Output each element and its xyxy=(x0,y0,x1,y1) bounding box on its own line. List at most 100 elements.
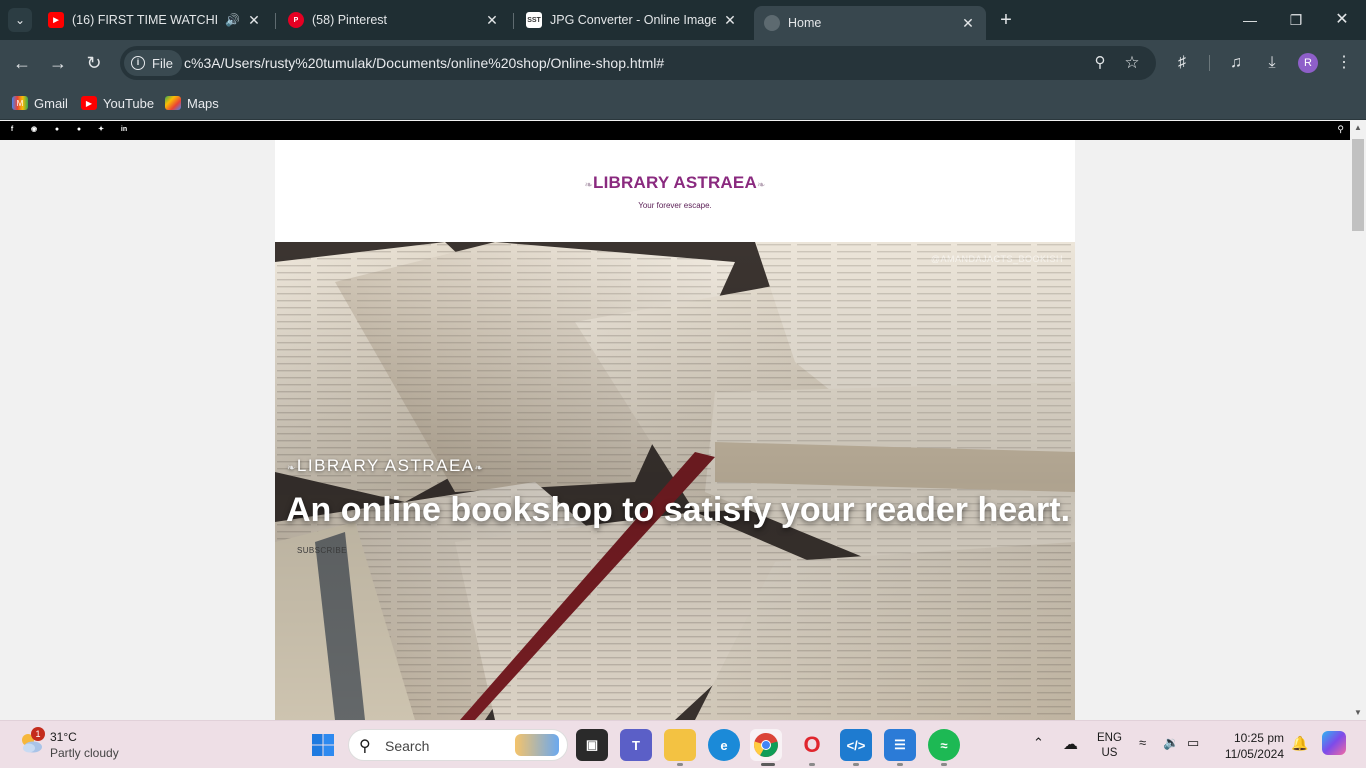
photo-watermark: @AMANDAJACTS_BOOKISH xyxy=(930,254,1063,264)
opera-icon[interactable]: O xyxy=(796,729,828,761)
search-placeholder: Search xyxy=(385,738,430,754)
subscribe-button[interactable]: SUBSCRIBE xyxy=(297,546,347,555)
system-clock[interactable]: 10:25 pm 11/05/2024 xyxy=(1218,730,1284,762)
minimize-button[interactable]: — xyxy=(1238,8,1262,32)
vscode-icon[interactable]: </> xyxy=(840,729,872,761)
instagram-icon[interactable]: ◉ xyxy=(29,125,39,135)
close-tab-icon[interactable]: ✕ xyxy=(246,12,262,28)
scrollbar-thumb[interactable] xyxy=(1352,139,1364,231)
tab-pinterest[interactable]: P (58) Pinterest ✕ xyxy=(278,6,510,34)
zoom-icon[interactable]: ⚲ xyxy=(1090,53,1110,73)
facebook-icon[interactable]: f xyxy=(7,125,17,135)
battery-icon[interactable]: ▭ xyxy=(1187,735,1199,751)
clock-time: 10:25 pm xyxy=(1233,731,1284,745)
download-icon[interactable]: ⤓ xyxy=(1261,52,1283,74)
pinterest-icon[interactable]: ● xyxy=(52,125,62,135)
onedrive-cloud-icon[interactable]: ☁ xyxy=(1063,735,1078,753)
url-text[interactable]: c%3A/Users/rusty%20tumulak/Documents/onl… xyxy=(184,55,664,71)
forward-button[interactable]: → xyxy=(45,50,71,76)
site-container: ❧LIBRARY ASTRAEA❧ Your forever escape. @… xyxy=(275,140,1075,720)
close-tab-icon[interactable]: ✕ xyxy=(484,12,500,28)
weather-description[interactable]: Partly cloudy xyxy=(50,746,119,760)
bookmark-maps[interactable]: Maps xyxy=(165,93,219,113)
profile-avatar[interactable]: R xyxy=(1298,53,1318,73)
tab-jpg-converter[interactable]: SST JPG Converter - Online Image c ✕ xyxy=(516,6,748,34)
hero-banner: @AMANDAJACTS_BOOKISH ❧LIBRARY ASTRAEA❧ A… xyxy=(275,242,1075,720)
language-code: ENG xyxy=(1097,732,1122,744)
leaf-right-icon: ❧ xyxy=(756,180,766,191)
chrome-icon[interactable] xyxy=(750,729,782,761)
site-header: ❧LIBRARY ASTRAEA❧ Your forever escape. xyxy=(275,173,1075,210)
site-logo[interactable]: ❧LIBRARY ASTRAEA❧ xyxy=(275,173,1075,193)
menu-kebab-icon[interactable]: ⋮ xyxy=(1333,52,1355,74)
close-tab-icon[interactable]: ✕ xyxy=(960,15,976,31)
extensions-icon[interactable]: ♯ xyxy=(1171,52,1193,74)
search-icon[interactable]: ⚲ xyxy=(1337,124,1344,135)
leaf-right-icon: ❧ xyxy=(474,463,485,474)
spotify-icon[interactable]: ≈ xyxy=(928,729,960,761)
close-window-button[interactable]: ✕ xyxy=(1330,8,1354,32)
youtube-icon: ▶ xyxy=(48,12,64,28)
globe-icon xyxy=(764,15,780,31)
tab-divider xyxy=(275,13,276,29)
region-code: US xyxy=(1101,747,1118,759)
speaker-icon[interactable]: 🔊 xyxy=(225,13,240,27)
scroll-down-arrow-icon[interactable]: ▼ xyxy=(1350,706,1366,720)
folder-icon[interactable] xyxy=(664,729,696,761)
tab-title: (58) Pinterest xyxy=(312,13,388,27)
close-tab-icon[interactable]: ✕ xyxy=(722,12,738,28)
taskbar-search-box[interactable]: ⚲ Search xyxy=(348,729,568,761)
task-view-icon[interactable]: ▣ xyxy=(576,729,608,761)
site-tagline: Your forever escape. xyxy=(638,201,712,210)
hero-kicker-text: LIBRARY ASTRAEA xyxy=(296,456,475,475)
weather-temperature[interactable]: 31°C xyxy=(50,730,77,744)
bookmark-star-icon[interactable]: ☆ xyxy=(1122,53,1142,73)
running-indicator xyxy=(941,763,947,766)
tab-divider xyxy=(513,13,514,29)
language-indicator[interactable]: ENG US xyxy=(1097,731,1122,761)
flickr-icon[interactable]: ● xyxy=(74,125,84,135)
tab-youtube[interactable]: ▶ (16) FIRST TIME WATCHING 🔊 ✕ xyxy=(38,6,272,34)
windows-start-icon[interactable] xyxy=(311,733,335,757)
chevron-down-icon: ⌄ xyxy=(14,13,26,27)
back-button[interactable]: ← xyxy=(9,50,35,76)
page-scrollbar[interactable]: ▲ ▼ xyxy=(1350,121,1366,720)
leaf-left-icon: ❧ xyxy=(287,463,297,474)
bookmarks-bar: M Gmail ▶ YouTube Maps xyxy=(0,86,1366,120)
copilot-icon[interactable] xyxy=(1322,731,1346,755)
media-control-icon[interactable]: ♫ xyxy=(1225,52,1247,74)
edge-icon[interactable]: e xyxy=(708,729,740,761)
site-info-chip[interactable]: i File xyxy=(124,50,182,76)
toolbar-divider xyxy=(1209,55,1210,71)
tab-title: Home xyxy=(788,16,822,30)
scroll-up-arrow-icon[interactable]: ▲ xyxy=(1350,121,1366,135)
wifi-icon[interactable]: ≈ xyxy=(1139,735,1146,750)
bookmark-label: Gmail xyxy=(34,95,68,111)
reload-button[interactable]: ↻ xyxy=(81,50,107,76)
volume-icon[interactable]: 🔉 xyxy=(1163,735,1179,751)
show-hidden-icons-chevron-icon[interactable]: ⌃ xyxy=(1033,735,1044,751)
bookmark-gmail[interactable]: M Gmail xyxy=(12,93,68,113)
restore-button[interactable]: ❐ xyxy=(1284,8,1308,32)
bookmark-youtube[interactable]: ▶ YouTube xyxy=(81,93,154,113)
teams-icon[interactable]: T xyxy=(620,729,652,761)
tab-search-button[interactable]: ⌄ xyxy=(8,8,32,32)
bookmark-label: YouTube xyxy=(103,95,155,111)
linkedin-icon[interactable]: in xyxy=(119,125,129,135)
address-bar[interactable]: i File c%3A/Users/rusty%20tumulak/Docume… xyxy=(120,46,1156,80)
gmail-icon: M xyxy=(12,96,28,110)
notepad-icon[interactable]: ☰ xyxy=(884,729,916,761)
notifications-bell-icon[interactable]: 🔔 xyxy=(1291,735,1308,752)
tab-home[interactable]: Home ✕ xyxy=(754,6,986,40)
twitter-icon[interactable]: ✦ xyxy=(96,125,106,135)
browser-toolbar: ← → ↻ i File c%3A/Users/rusty%20tumulak/… xyxy=(0,40,1366,86)
tab-title: (16) FIRST TIME WATCHING xyxy=(72,13,219,27)
search-highlight-icon xyxy=(515,734,559,756)
maps-icon xyxy=(165,96,181,110)
hero-headline: An online bookshop to satisfy your reade… xyxy=(286,491,1071,529)
new-tab-button[interactable]: + xyxy=(996,10,1016,30)
info-icon: i xyxy=(131,56,145,70)
tab-title: JPG Converter - Online Image c xyxy=(550,13,716,27)
browser-tab-strip: ⌄ ▶ (16) FIRST TIME WATCHING 🔊 ✕ P (58) … xyxy=(0,0,1366,40)
page-viewport: f ◉ ● ● ✦ in ⚲ ❧LIBRARY ASTRAEA❧ Your fo… xyxy=(0,121,1350,720)
